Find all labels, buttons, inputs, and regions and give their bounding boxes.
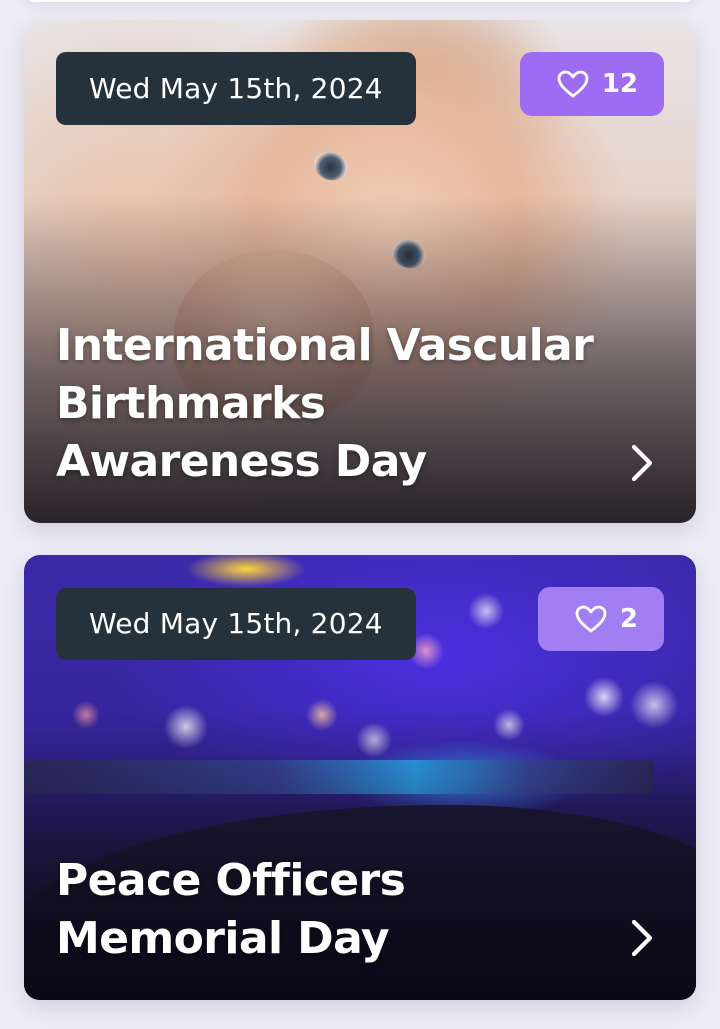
like-count: 2 — [619, 604, 638, 634]
like-button[interactable]: 2 — [537, 587, 664, 651]
chevron-right-icon[interactable] — [630, 918, 654, 958]
previous-event-card-edge[interactable] — [24, 0, 696, 2]
like-button[interactable]: 12 — [519, 52, 664, 116]
like-count: 12 — [601, 69, 638, 99]
event-title: Peace Officers Memorial Day — [56, 855, 406, 964]
event-card[interactable]: Wed May 15th, 2024 12 International Vasc… — [24, 20, 696, 523]
event-title: International Vascular Birthmarks Awaren… — [56, 320, 594, 487]
heart-icon — [575, 605, 607, 633]
chevron-right-icon[interactable] — [630, 443, 654, 483]
heart-icon — [557, 70, 589, 98]
event-date-badge: Wed May 15th, 2024 — [56, 588, 416, 660]
event-card[interactable]: Wed May 15th, 2024 2 Peace Officers Memo… — [24, 555, 696, 1000]
event-date-badge: Wed May 15th, 2024 — [56, 52, 416, 125]
